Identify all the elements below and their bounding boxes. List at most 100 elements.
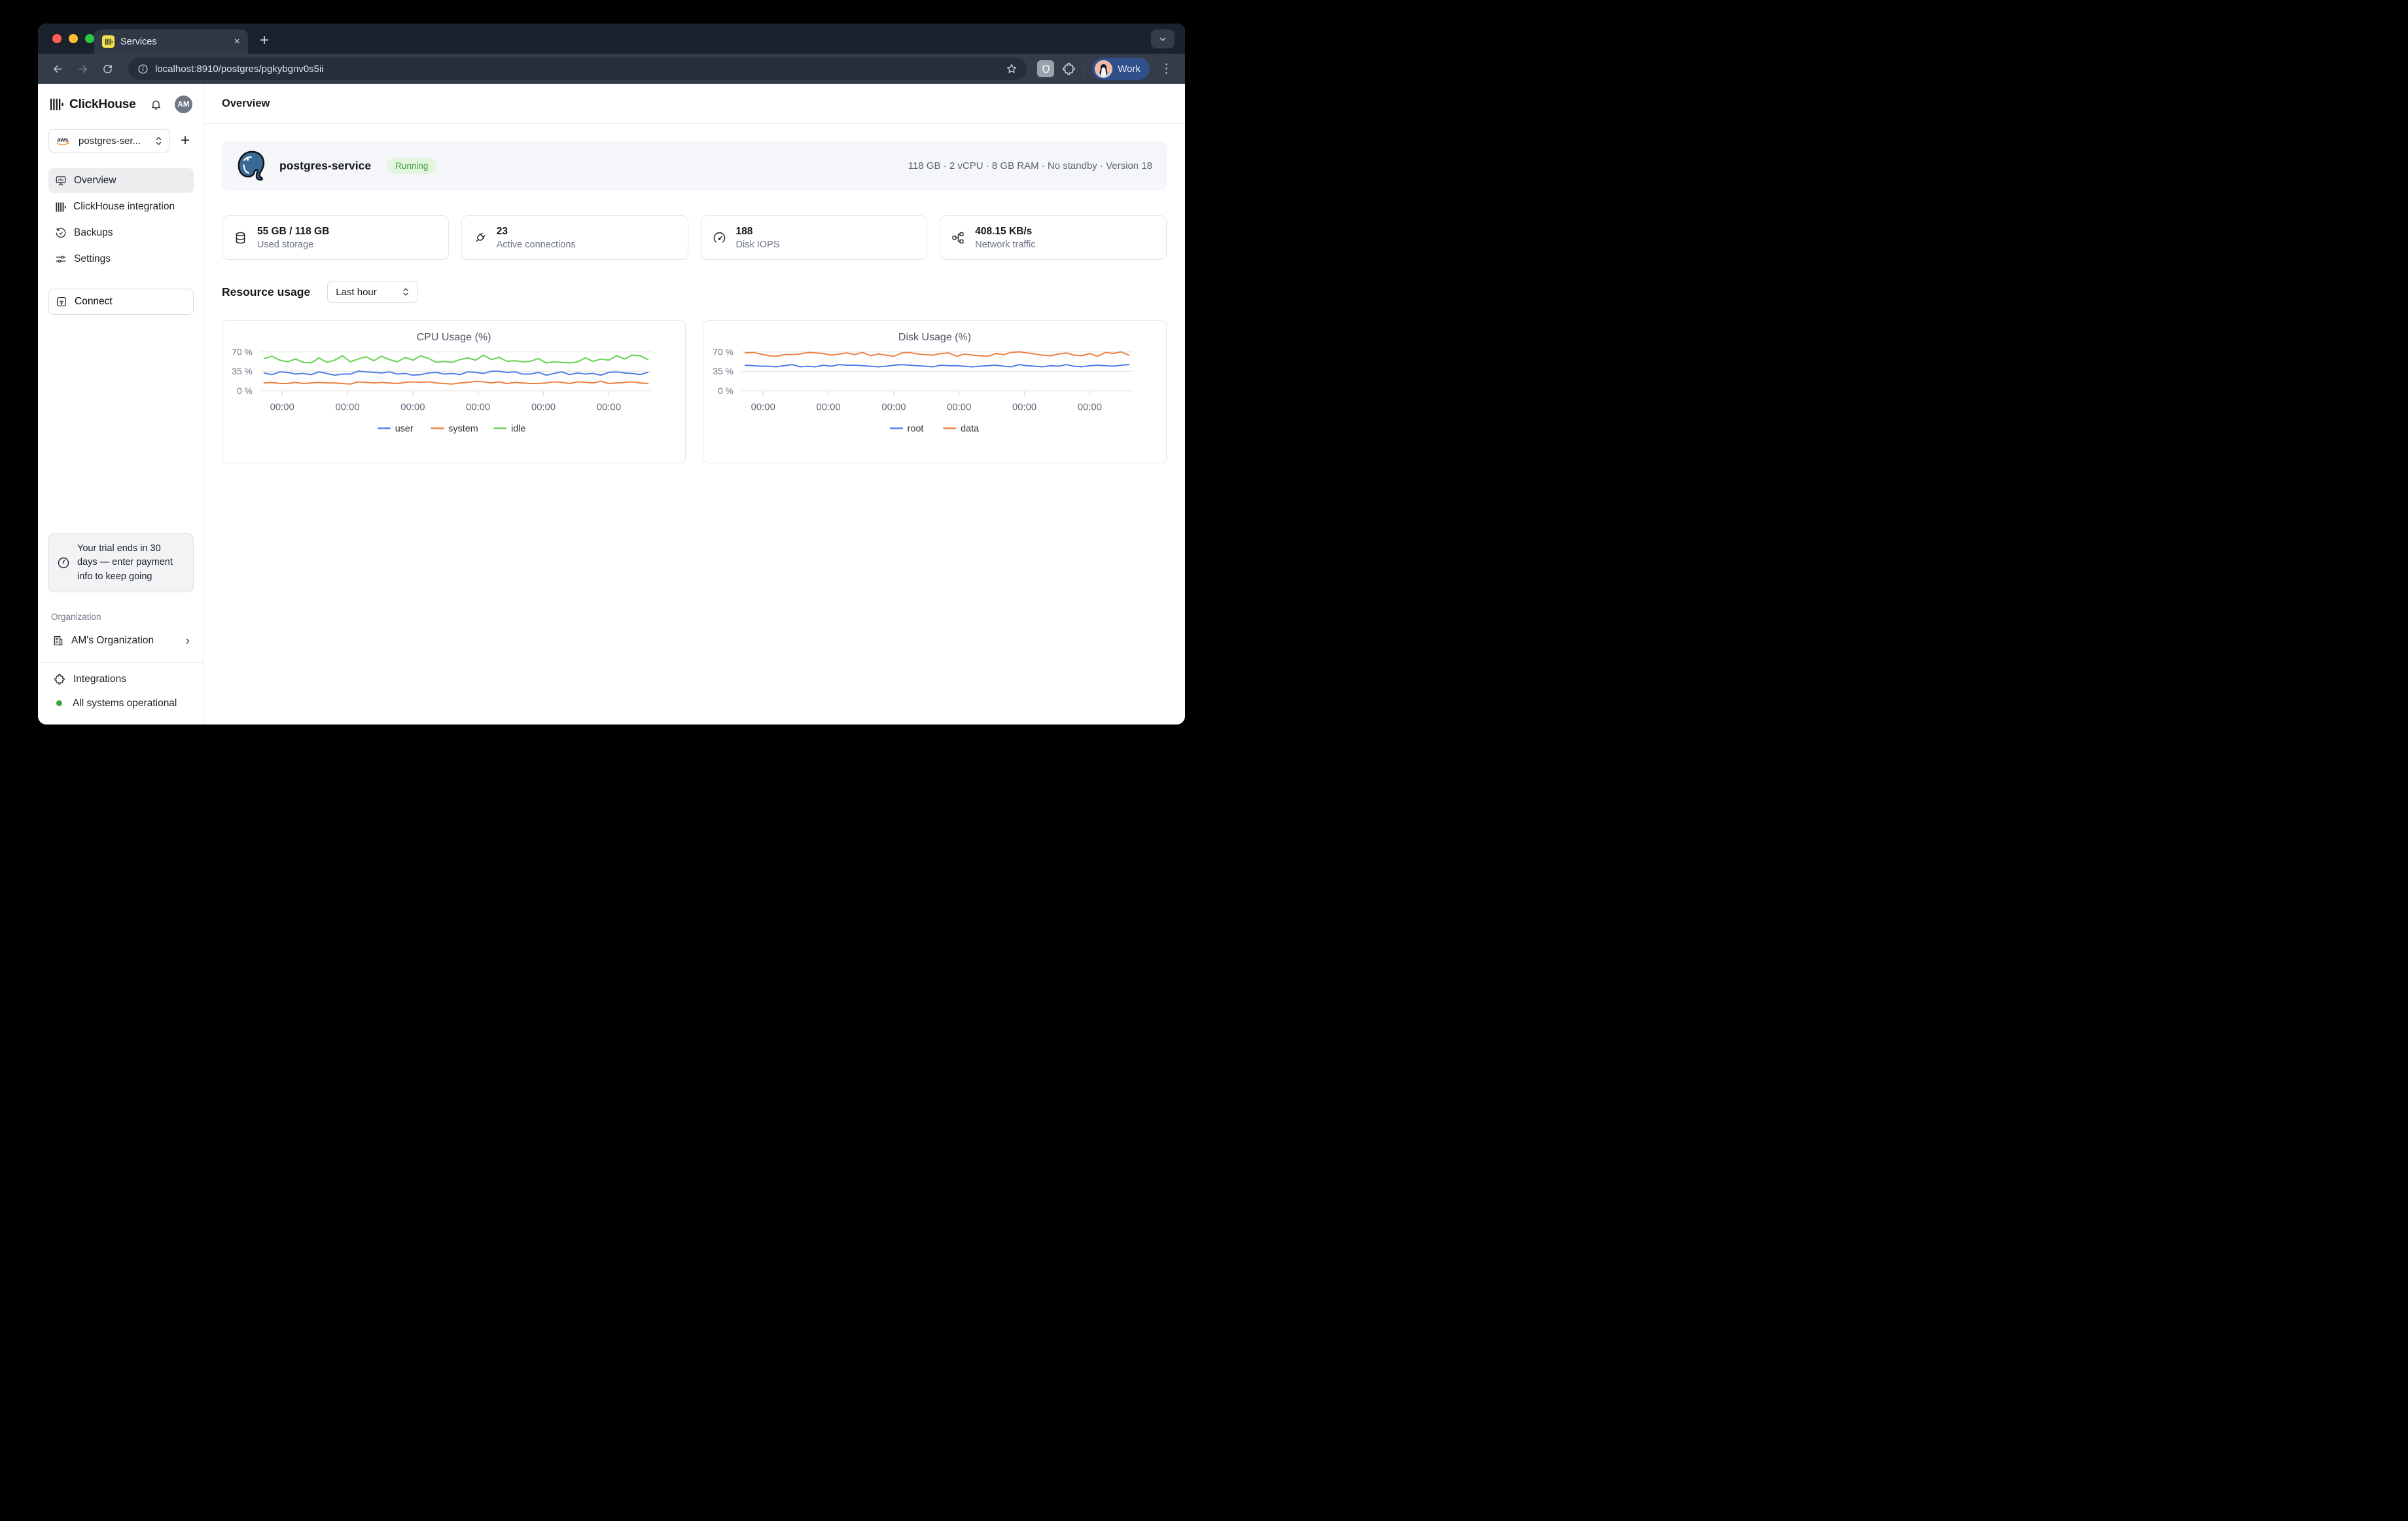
svg-text:00:00: 00:00 bbox=[1012, 403, 1036, 413]
organization-row[interactable]: AM's Organization › bbox=[48, 628, 194, 653]
main-body: postgres-service Running 118 GB · 2 vCPU… bbox=[204, 124, 1185, 481]
svg-text:0 %: 0 % bbox=[237, 385, 253, 396]
disk-usage-chart-card: Disk Usage (%) 0 %35 %70 %00:0000:0000:0… bbox=[703, 320, 1167, 463]
svg-text:00:00: 00:00 bbox=[466, 403, 490, 413]
extensions-button[interactable] bbox=[1062, 62, 1076, 76]
site-info-icon[interactable] bbox=[137, 63, 149, 75]
new-tab-button[interactable]: + bbox=[260, 33, 269, 48]
add-service-button[interactable]: + bbox=[181, 133, 194, 149]
shield-icon bbox=[1041, 64, 1051, 74]
main-header: Overview bbox=[204, 84, 1185, 124]
stat-card-network-traffic: 408.15 KB/s Network traffic bbox=[940, 215, 1167, 260]
service-meta: 118 GB · 2 vCPU · 8 GB RAM · No standby … bbox=[908, 160, 1152, 171]
clock-icon bbox=[57, 556, 70, 569]
integrations-label: Integrations bbox=[73, 673, 126, 685]
page-title: Overview bbox=[222, 98, 270, 110]
reload-button[interactable] bbox=[97, 58, 118, 79]
chevron-down-icon bbox=[1158, 35, 1167, 44]
clickhouse-favicon-icon bbox=[102, 35, 115, 48]
sliders-icon bbox=[55, 253, 67, 265]
system-status-row[interactable]: All systems operational bbox=[48, 691, 194, 715]
profile-label: Work bbox=[1118, 63, 1141, 75]
resource-usage-row: Resource usage Last hour bbox=[222, 281, 1167, 303]
tab-search-chevron-button[interactable] bbox=[1151, 29, 1175, 48]
user-avatar[interactable]: AM bbox=[175, 96, 192, 113]
window-controls bbox=[52, 34, 94, 43]
svg-text:0 %: 0 % bbox=[718, 385, 734, 396]
service-banner: postgres-service Running 118 GB · 2 vCPU… bbox=[222, 141, 1167, 190]
clickhouse-bars-icon bbox=[55, 202, 66, 213]
cpu-usage-chart-card: CPU Usage (%) 0 %35 %70 %00:0000:0000:00… bbox=[222, 320, 686, 463]
svg-text:00:00: 00:00 bbox=[531, 403, 556, 413]
sidebar-item-settings[interactable]: Settings bbox=[48, 247, 194, 272]
svg-text:35 %: 35 % bbox=[232, 366, 253, 376]
svg-text:00:00: 00:00 bbox=[751, 403, 775, 413]
connect-button[interactable]: Connect bbox=[48, 289, 194, 315]
svg-text:00:00: 00:00 bbox=[270, 403, 294, 413]
charts-row: CPU Usage (%) 0 %35 %70 %00:0000:0000:00… bbox=[222, 320, 1167, 463]
sidebar-item-clickhouse-integration[interactable]: ClickHouse integration bbox=[48, 194, 194, 219]
trial-notice-text: Your trial ends in 30 days — enter payme… bbox=[77, 542, 182, 584]
browser-menu-button[interactable]: ⋮ bbox=[1158, 62, 1176, 77]
status-text: All systems operational bbox=[73, 698, 177, 709]
sidebar-item-label: ClickHouse integration bbox=[73, 201, 175, 213]
organization-section-label: Organization bbox=[48, 612, 194, 622]
chevrons-updown-icon bbox=[154, 136, 163, 146]
maximize-window-button[interactable] bbox=[85, 34, 94, 43]
url-text[interactable]: localhost:8910/postgres/pgkybgnv0s5ii bbox=[155, 63, 999, 75]
time-range-value: Last hour bbox=[336, 287, 397, 298]
service-name: postgres-service bbox=[279, 159, 371, 173]
service-selector-row: aws postgres-ser... + bbox=[48, 129, 194, 152]
stat-card-used-storage: 55 GB / 118 GB Used storage bbox=[222, 215, 449, 260]
brand-row: ClickHouse AM bbox=[48, 96, 194, 113]
forward-button[interactable] bbox=[72, 58, 93, 79]
stats-row: 55 GB / 118 GB Used storage 23 Active co… bbox=[222, 215, 1167, 260]
svg-text:user: user bbox=[395, 423, 414, 434]
sidebar-item-overview[interactable]: Overview bbox=[48, 168, 194, 193]
svg-text:idle: idle bbox=[511, 423, 525, 434]
back-button[interactable] bbox=[47, 58, 68, 79]
stat-value: 188 bbox=[736, 226, 780, 238]
reload-icon bbox=[102, 63, 113, 75]
brand-name: ClickHouse bbox=[69, 98, 144, 112]
svg-text:data: data bbox=[961, 423, 979, 434]
browser-tab-services[interactable]: Services × bbox=[94, 29, 248, 54]
sidebar: ClickHouse AM aws postgres-ser... + bbox=[38, 84, 204, 725]
toolbar-right: Work ⋮ bbox=[1037, 58, 1176, 80]
stat-value: 408.15 KB/s bbox=[975, 226, 1035, 238]
gauge-icon bbox=[713, 231, 726, 245]
stat-value: 23 bbox=[497, 226, 576, 238]
chevron-right-icon: › bbox=[186, 635, 190, 647]
sidebar-spacer bbox=[48, 315, 194, 533]
status-badge: Running bbox=[387, 158, 436, 174]
notifications-button[interactable] bbox=[150, 98, 162, 111]
sidebar-nav: Overview ClickHouse integration Backups … bbox=[48, 168, 194, 272]
svg-text:system: system bbox=[448, 423, 478, 434]
bookmark-star-icon[interactable] bbox=[1006, 63, 1018, 75]
profile-button[interactable]: Work bbox=[1092, 58, 1150, 80]
svg-text:00:00: 00:00 bbox=[597, 403, 621, 413]
svg-text:00:00: 00:00 bbox=[947, 403, 971, 413]
chevrons-updown-icon bbox=[402, 287, 410, 296]
minimize-window-button[interactable] bbox=[69, 34, 78, 43]
address-bar[interactable]: localhost:8910/postgres/pgkybgnv0s5ii bbox=[128, 58, 1027, 80]
stat-label: Active connections bbox=[497, 240, 576, 250]
monitor-chart-icon bbox=[55, 175, 67, 187]
sidebar-item-backups[interactable]: Backups bbox=[48, 221, 194, 245]
postgresql-logo-icon bbox=[236, 150, 268, 183]
service-selector[interactable]: aws postgres-ser... bbox=[48, 129, 170, 152]
integrations-row[interactable]: Integrations bbox=[48, 667, 194, 691]
stat-card-disk-iops: 188 Disk IOPS bbox=[701, 215, 928, 260]
service-selector-value: postgres-ser... bbox=[79, 135, 149, 147]
stat-label: Used storage bbox=[257, 240, 329, 250]
network-icon bbox=[951, 231, 965, 245]
profile-avatar bbox=[1095, 60, 1112, 78]
svg-text:root: root bbox=[908, 423, 924, 434]
organization-name: AM's Organization bbox=[71, 635, 179, 647]
close-window-button[interactable] bbox=[52, 34, 62, 43]
tab-close-icon[interactable]: × bbox=[234, 37, 240, 47]
status-dot-icon bbox=[56, 700, 62, 706]
shield-extension-button[interactable] bbox=[1037, 60, 1054, 77]
sidebar-item-label: Settings bbox=[74, 253, 111, 265]
time-range-selector[interactable]: Last hour bbox=[327, 281, 418, 303]
